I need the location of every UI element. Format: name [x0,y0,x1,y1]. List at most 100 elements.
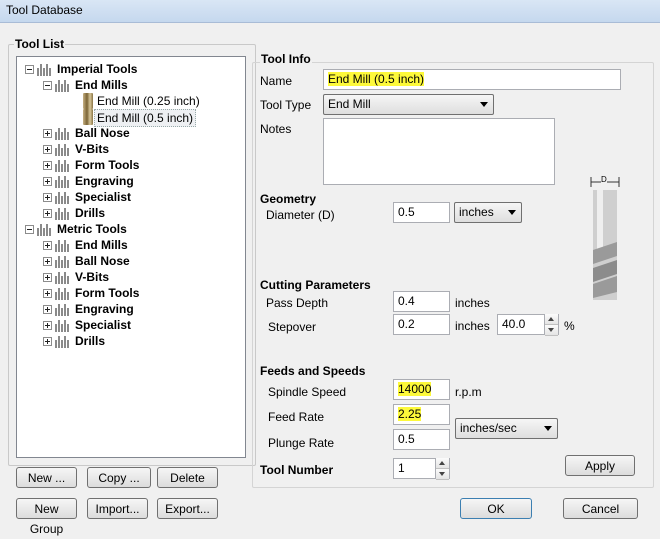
tree-item[interactable]: Ball Nose [17,125,243,141]
copy-button[interactable]: Copy ... [87,467,151,488]
folder-icon [55,302,71,316]
spin-up-icon[interactable] [436,458,449,469]
tree-item[interactable]: Imperial Tools [17,61,243,77]
collapse-icon[interactable] [43,81,52,90]
tree-item[interactable]: Engraving [17,173,243,189]
stepover-field[interactable]: 0.2 [393,314,450,335]
cutting-header: Cutting Parameters [260,278,371,292]
folder-icon [55,254,71,268]
new-group-button[interactable]: New Group [16,498,77,536]
chevron-down-icon [480,102,488,107]
name-label: Name [260,74,293,88]
tree-item-label: End Mills [75,238,128,252]
collapse-icon[interactable] [25,65,34,74]
import-button[interactable]: Import... [87,498,148,519]
notes-field[interactable] [323,118,555,185]
tree-item[interactable]: End Mills [17,237,243,253]
name-value: End Mill (0.5 inch) [328,72,425,86]
tree-item[interactable]: End Mill (0.5 inch) [17,109,243,127]
geometry-header: Geometry [260,192,317,206]
chevron-down-icon [544,426,552,431]
feed-rate-label: Feed Rate [268,410,325,424]
expand-icon[interactable] [43,193,52,202]
spindle-speed-field[interactable]: 14000 [393,379,450,400]
tool-tree[interactable]: Imperial Tools End Mills End Mill (0.25 in… [16,56,246,458]
tree-item-label: Drills [75,334,106,348]
tree-item-label: Engraving [75,174,134,188]
tree-item[interactable]: End Mill (0.25 inch) [17,93,243,109]
collapse-icon[interactable] [25,225,34,234]
expand-icon[interactable] [43,273,52,282]
plunge-rate-label: Plunge Rate [268,436,335,450]
tree-item[interactable]: Drills [17,333,243,349]
tool-number-label: Tool Number [260,463,334,477]
plunge-rate-field[interactable]: 0.5 [393,429,450,450]
stepover-label: Stepover [268,320,317,334]
tree-item[interactable]: V-Bits [17,141,243,157]
new-button[interactable]: New ... [16,467,77,488]
tree-item[interactable]: V-Bits [17,269,243,285]
apply-button[interactable]: Apply [565,455,635,476]
expand-icon[interactable] [43,129,52,138]
expand-icon[interactable] [43,321,52,330]
expand-icon[interactable] [43,161,52,170]
tree-item[interactable]: End Mills [17,77,243,93]
expand-icon[interactable] [43,305,52,314]
stepover-spinner[interactable] [544,314,558,336]
tree-item-label: Form Tools [75,286,140,300]
tool-icon [83,93,93,109]
expand-icon[interactable] [43,177,52,186]
tool-info-header: Tool Info [260,52,312,66]
tree-item[interactable]: Specialist [17,317,243,333]
cancel-button[interactable]: Cancel [563,498,638,519]
expand-icon[interactable] [43,241,52,250]
folder-icon [55,174,71,188]
tree-item[interactable]: Engraving [17,301,243,317]
tree-item-label: Ball Nose [75,254,130,268]
tree-item[interactable]: Drills [17,205,243,221]
pass-depth-unit: inches [455,296,490,310]
rate-units-select[interactable]: inches/sec [455,418,558,439]
tree-item[interactable]: Specialist [17,189,243,205]
title-bar: Tool Database [0,0,660,23]
name-field[interactable]: End Mill (0.5 inch) [323,69,621,90]
spin-up-icon[interactable] [545,314,558,325]
tool-diagram: D [588,172,624,304]
tool-number-field[interactable]: 1 [393,458,450,480]
folder-icon [37,222,53,236]
delete-button[interactable]: Delete [157,467,218,488]
folder-icon [37,62,53,76]
spin-down-icon[interactable] [436,469,449,480]
tool-type-label: Tool Type [260,98,312,112]
diameter-units-select[interactable]: inches [454,202,522,223]
spin-down-icon[interactable] [545,325,558,336]
ok-button[interactable]: OK [460,498,532,519]
folder-icon [55,318,71,332]
feeds-header: Feeds and Speeds [260,364,366,378]
expand-icon[interactable] [43,257,52,266]
expand-icon[interactable] [43,337,52,346]
tree-item[interactable]: Form Tools [17,157,243,173]
expand-icon[interactable] [43,145,52,154]
tree-item[interactable]: Metric Tools [17,221,243,237]
tree-item[interactable]: Ball Nose [17,253,243,269]
tool-number-value: 1 [398,461,405,475]
diameter-diagram-label: D [601,175,607,184]
diameter-field[interactable]: 0.5 [393,202,450,223]
end-mill-icon [590,177,620,300]
tree-item-label: V-Bits [75,142,110,156]
rate-units-value: inches/sec [460,421,517,435]
tree-item[interactable]: Form Tools [17,285,243,301]
stepover-percent-field[interactable]: 40.0 [497,314,559,336]
spindle-speed-unit: r.p.m [455,385,482,399]
export-button[interactable]: Export... [157,498,218,519]
tool-number-spinner[interactable] [435,458,449,480]
pass-depth-field[interactable]: 0.4 [393,291,450,312]
spindle-speed-label: Spindle Speed [268,385,347,399]
feed-rate-value: 2.25 [398,407,422,421]
tree-item-label: End Mills [75,78,128,92]
tool-type-select[interactable]: End Mill [323,94,494,115]
expand-icon[interactable] [43,289,52,298]
expand-icon[interactable] [43,209,52,218]
feed-rate-field[interactable]: 2.25 [393,404,450,425]
